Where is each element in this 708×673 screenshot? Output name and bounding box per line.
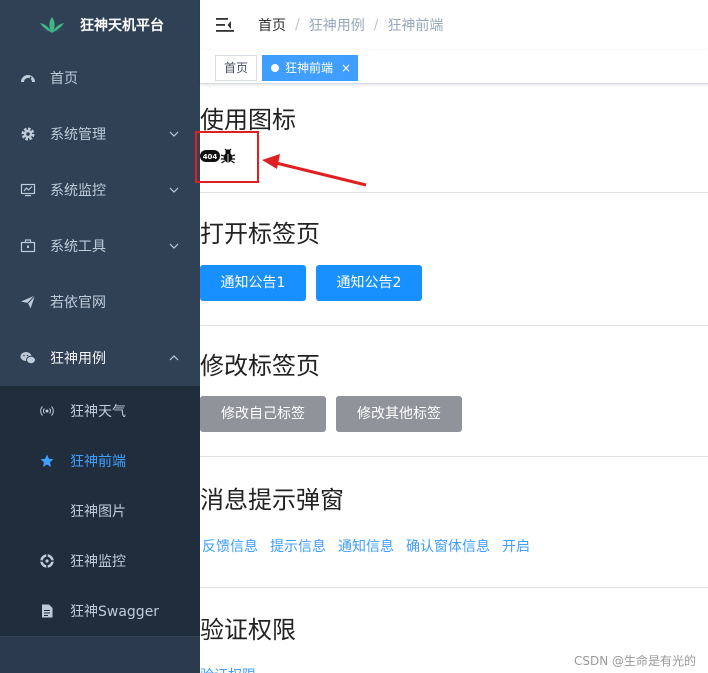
notify-link[interactable]: 通知信息	[338, 536, 394, 556]
permission-links: 验证权限	[200, 665, 268, 673]
sidebar-item-label: 狂神用例	[50, 351, 106, 367]
modify-own-tag-button[interactable]: 修改自己标签	[200, 396, 326, 432]
sidebar-subitem-label: 狂神监控	[70, 554, 126, 570]
hamburger-icon[interactable]	[216, 17, 234, 33]
submenu-kuangshen-examples: 狂神天气 狂神前端 狂神图片 狂神监控 狂神Swagger	[0, 386, 200, 636]
sidebar-item-system-management[interactable]: 系统管理	[0, 106, 200, 162]
sidebar-item-label: 系统工具	[50, 239, 106, 255]
message-links: 反馈信息 提示信息 通知信息 确认窗体信息 开启	[202, 536, 542, 556]
sidebar-subitem-weather[interactable]: 狂神天气	[0, 386, 200, 436]
gear-icon	[20, 126, 36, 142]
sidebar-item-label: 首页	[50, 71, 78, 87]
dashboard-icon	[20, 70, 36, 86]
notice-2-button[interactable]: 通知公告2	[316, 265, 422, 301]
sidebar-item-home[interactable]: 首页	[0, 50, 200, 106]
broadcast-icon	[40, 404, 54, 418]
logo-icon	[38, 17, 66, 33]
breadcrumb-separator: /	[295, 17, 300, 33]
tag-label: 狂神前端	[285, 61, 334, 75]
active-dot-icon	[271, 64, 279, 72]
breadcrumb: 首页 / 狂神用例 / 狂神前端	[258, 15, 443, 35]
section-title: 验证权限	[200, 616, 296, 644]
sidebar-subitem-label: 狂神前端	[70, 454, 126, 470]
annotation-arrow-icon	[262, 154, 367, 187]
tags-view: 首页 狂神前端 ×	[200, 50, 708, 84]
close-icon[interactable]: ×	[341, 56, 351, 80]
tag-label: 首页	[224, 61, 249, 75]
wechat-icon	[20, 350, 36, 366]
sidebar-item-system-tools[interactable]: 系统工具	[0, 218, 200, 274]
divider	[200, 456, 708, 457]
notice-1-button[interactable]: 通知公告1	[200, 265, 306, 301]
breadcrumb-examples: 狂神用例	[308, 18, 365, 34]
sidebar-subitem-frontend[interactable]: 狂神前端	[0, 436, 200, 486]
sidebar: 狂神天机平台 首页 系统管理 系统监控 系统工具 若依官网 狂神用例 狂神天气 …	[0, 0, 200, 673]
tag-home[interactable]: 首页	[215, 55, 258, 81]
monitor-circle-icon	[40, 554, 54, 568]
sidebar-subitem-label: 狂神Swagger	[70, 604, 160, 620]
star-icon	[40, 454, 54, 468]
breadcrumb-current: 狂神前端	[387, 18, 444, 34]
sidebar-footer	[0, 637, 200, 673]
sidebar-item-kuangshen-examples[interactable]: 狂神用例	[0, 330, 200, 386]
open-link[interactable]: 开启	[502, 536, 530, 556]
sidebar-subitem-swagger[interactable]: 狂神Swagger	[0, 586, 200, 636]
chevron-down-icon	[169, 187, 179, 193]
chevron-down-icon	[169, 243, 179, 249]
verify-permission-link[interactable]: 验证权限	[200, 665, 256, 673]
chevron-down-icon	[169, 131, 179, 137]
toolbox-icon	[20, 238, 36, 254]
modify-other-tag-button[interactable]: 修改其他标签	[336, 396, 462, 432]
tag-active[interactable]: 狂神前端 ×	[262, 55, 359, 81]
divider	[200, 325, 708, 326]
section-title: 打开标签页	[200, 220, 320, 248]
sidebar-subitem-monitor[interactable]: 狂神监控	[0, 536, 200, 586]
sidebar-item-label: 若依官网	[50, 295, 106, 311]
watermark: CSDN @生命是有光的	[573, 654, 696, 668]
feedback-link[interactable]: 反馈信息	[202, 536, 258, 556]
send-icon	[20, 294, 36, 310]
confirm-link[interactable]: 确认窗体信息	[406, 536, 490, 556]
section-title: 使用图标	[200, 106, 296, 134]
section-title: 消息提示弹窗	[200, 486, 344, 514]
sidebar-subitem-label: 狂神图片	[70, 504, 126, 520]
breadcrumb-home[interactable]: 首页	[258, 15, 286, 35]
tip-link[interactable]: 提示信息	[270, 536, 326, 556]
logo-title: 狂神天机平台	[80, 18, 164, 34]
logo[interactable]: 狂神天机平台	[0, 0, 200, 50]
chevron-up-icon	[169, 355, 179, 361]
monitor-icon	[20, 182, 36, 198]
divider	[200, 587, 708, 588]
document-icon	[40, 604, 54, 618]
navbar: 首页 / 狂神用例 / 狂神前端	[200, 0, 708, 50]
sidebar-item-label: 系统监控	[50, 183, 106, 199]
breadcrumb-separator: /	[373, 17, 379, 33]
section-title: 修改标签页	[200, 352, 320, 380]
sidebar-subitem-images[interactable]: 狂神图片	[0, 486, 200, 536]
sidebar-item-system-monitor[interactable]: 系统监控	[0, 162, 200, 218]
sidebar-item-ruoyi-site[interactable]: 若依官网	[0, 274, 200, 330]
sidebar-item-label: 系统管理	[50, 127, 106, 143]
sidebar-subitem-label: 狂神天气	[70, 404, 126, 420]
